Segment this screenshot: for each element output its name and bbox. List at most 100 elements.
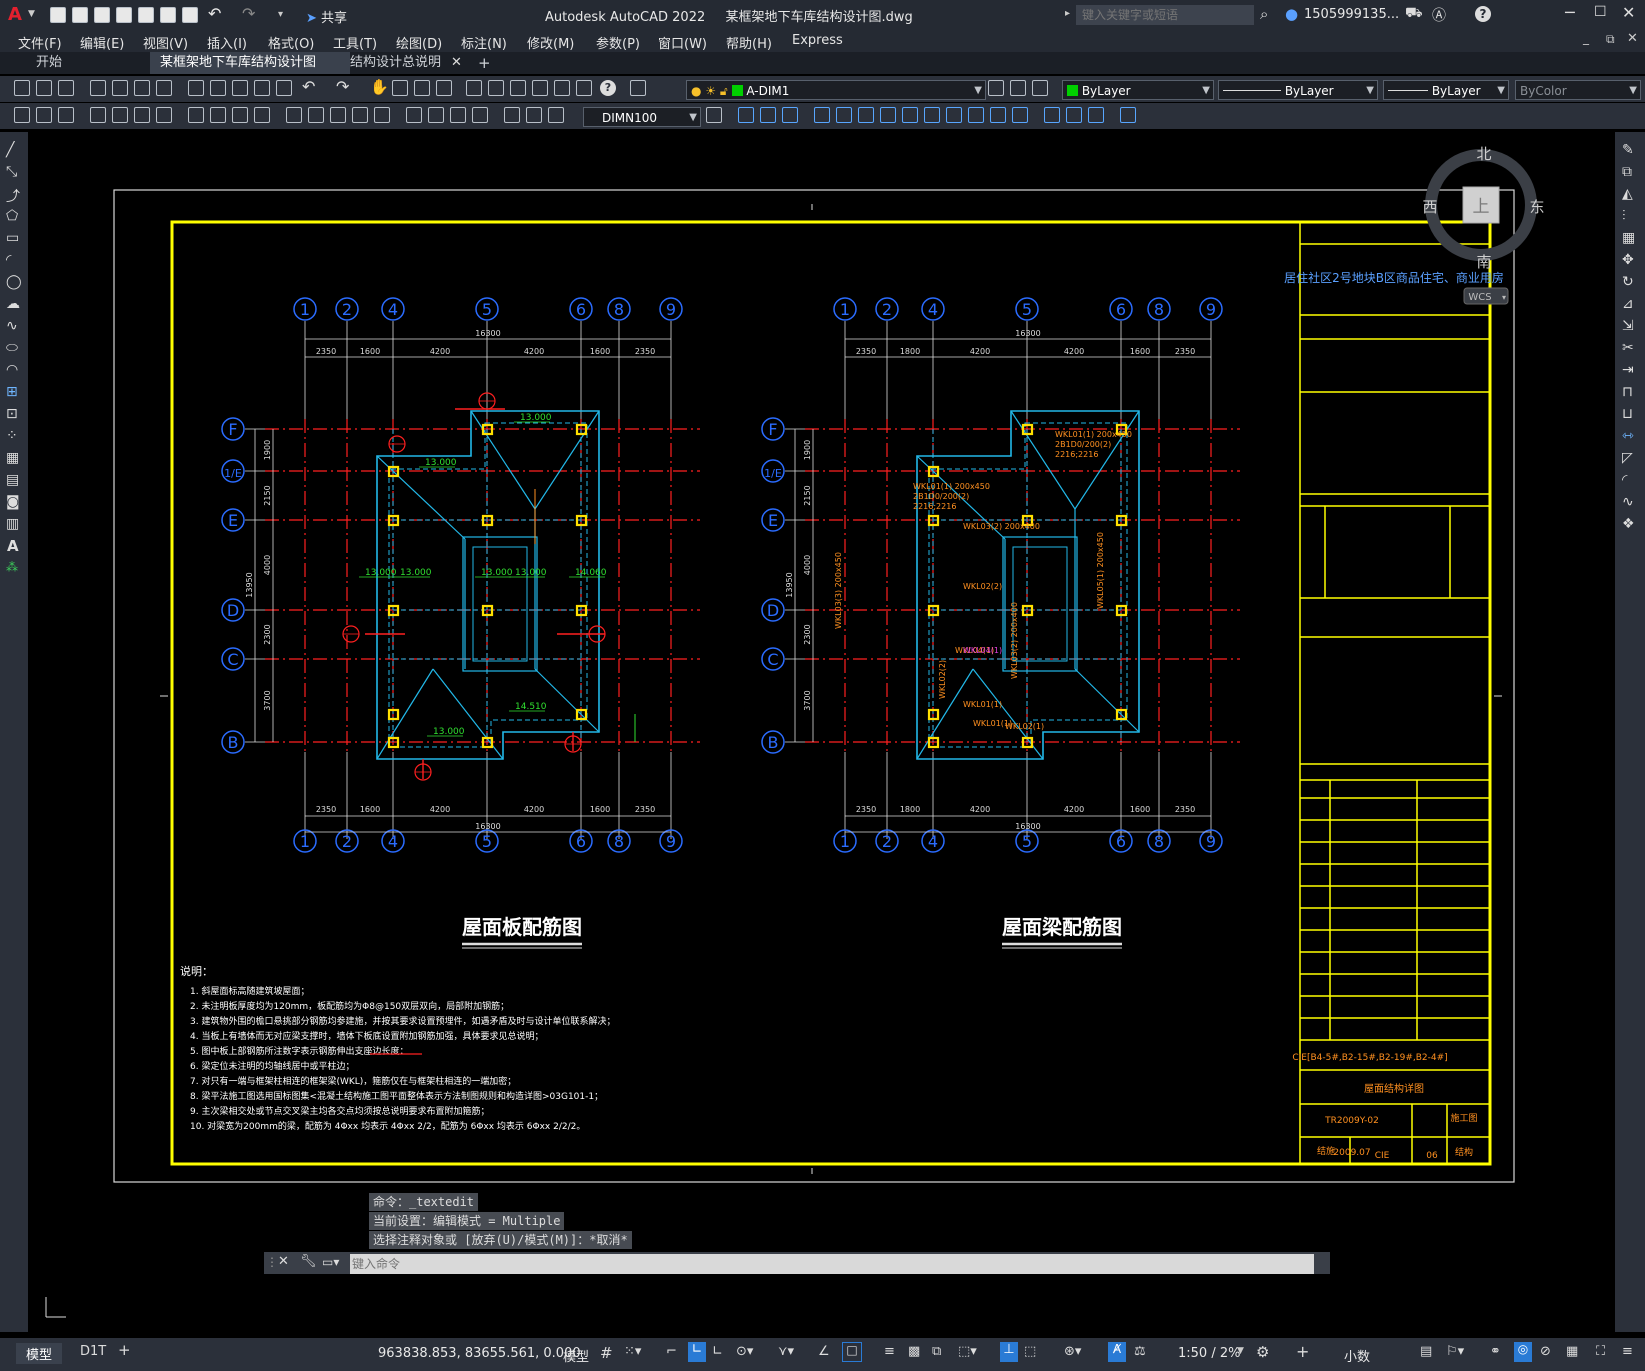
layer-previous-icon[interactable] <box>1010 80 1026 96</box>
linear-dim-icon[interactable] <box>90 107 106 123</box>
trim-modify-icon[interactable]: ✂ <box>1622 340 1634 356</box>
save-as-icon[interactable] <box>116 7 132 23</box>
move-icon[interactable] <box>836 107 852 123</box>
dim-override-icon[interactable] <box>706 107 722 123</box>
zoom-previous-icon[interactable] <box>436 80 452 96</box>
grid-icon[interactable]: # <box>600 1344 613 1362</box>
compass-west[interactable]: 西 <box>1422 198 1437 216</box>
chevron-down-icon[interactable]: ▼ <box>1237 1346 1244 1356</box>
annotation-scale[interactable]: 1:50 / 2% <box>1178 1346 1240 1361</box>
ellipse-arc-icon[interactable]: ◠ <box>6 362 22 378</box>
revision-cloud-icon[interactable]: ☁ <box>6 296 22 312</box>
tab-close-icon[interactable]: ✕ <box>451 55 462 70</box>
rotate-modify-icon[interactable]: ↻ <box>1622 274 1634 290</box>
inspection-icon[interactable] <box>450 107 466 123</box>
infer-constraints-icon[interactable]: ⌐ <box>666 1344 677 1359</box>
share-button[interactable]: ➤ 共享 <box>306 7 347 26</box>
explode-modify-icon[interactable]: ❖ <box>1622 516 1635 532</box>
arc-length-icon[interactable] <box>134 107 150 123</box>
ortho-icon[interactable]: ∟ <box>688 1342 706 1362</box>
object-snap-icon[interactable]: □ <box>842 1342 862 1362</box>
menu-help[interactable]: 帮助(H) <box>726 33 772 52</box>
menu-edit[interactable]: 编辑(E) <box>80 33 124 52</box>
fullscreen-icon[interactable]: ⛶ <box>1596 1344 1605 1359</box>
aligned-dim-icon[interactable] <box>112 107 128 123</box>
user-icon[interactable]: ● <box>1285 5 1298 23</box>
tab-drawing-active[interactable]: 某框架地下车库结构设计图*✕ <box>150 52 350 92</box>
break-modify-icon[interactable]: ⊔ <box>1622 406 1633 422</box>
point-icon[interactable]: ⁘ <box>6 428 22 444</box>
offset-icon[interactable] <box>782 107 798 123</box>
help-toolbar-icon[interactable]: ? <box>600 80 616 96</box>
save-icon[interactable] <box>94 7 110 23</box>
ellipse-icon[interactable]: ⬭ <box>6 340 22 356</box>
rectangle-icon[interactable]: ▭ <box>6 230 22 246</box>
menu-parametric[interactable]: 参数(P) <box>596 33 640 52</box>
layer-properties-icon[interactable] <box>630 80 646 96</box>
lock-ui-icon[interactable]: ⚐▾ <box>1446 1344 1464 1359</box>
selection-filter-icon[interactable]: ⬚ <box>1024 1344 1036 1359</box>
publish-icon[interactable] <box>134 80 150 96</box>
copy-object-icon[interactable] <box>738 107 754 123</box>
scale-icon[interactable] <box>880 107 896 123</box>
make-current-layer-icon[interactable] <box>988 80 1004 96</box>
add-layout-button[interactable]: + <box>118 1341 131 1359</box>
polyline-icon[interactable]: ⤴ <box>6 186 22 205</box>
workspace-gear-icon[interactable]: ⚙ <box>1256 1343 1269 1361</box>
model-space-button[interactable]: 模型 <box>563 1346 589 1365</box>
cut-icon[interactable] <box>188 80 204 96</box>
dim-style-icon[interactable] <box>14 107 30 123</box>
search-input[interactable] <box>1080 5 1254 25</box>
scale-modify-icon[interactable]: ⊿ <box>1622 296 1634 312</box>
compass-south[interactable]: 南 <box>1476 253 1491 271</box>
array-icon[interactable] <box>814 107 830 123</box>
tolerance-icon[interactable] <box>406 107 422 123</box>
dim-space-icon[interactable] <box>352 107 368 123</box>
match-properties-icon[interactable] <box>254 80 270 96</box>
angular-dim-icon[interactable] <box>254 107 270 123</box>
search-expand-icon[interactable]: ▸ <box>1065 8 1070 19</box>
tab-start[interactable]: 开始 <box>26 52 72 74</box>
extend-modify-icon[interactable]: ⇥ <box>1622 362 1634 378</box>
compass-north[interactable]: 北 <box>1476 145 1491 163</box>
layer-lock-icon[interactable]: 🔓︎ <box>720 84 728 98</box>
save-to-web-icon[interactable] <box>160 7 176 23</box>
gradient-icon[interactable]: ▤ <box>6 472 22 488</box>
blend-icon[interactable] <box>1066 107 1082 123</box>
break-at-point-icon[interactable]: ⊓ <box>1622 384 1633 400</box>
snap-icon[interactable]: ⁙▾ <box>624 1344 641 1359</box>
3d-osnap-icon[interactable]: ⬚▾ <box>958 1344 977 1359</box>
sheet-set-icon[interactable] <box>532 80 548 96</box>
dim-break-icon[interactable] <box>374 107 390 123</box>
search-box[interactable] <box>1076 5 1254 25</box>
chamfer-icon[interactable] <box>1012 107 1028 123</box>
status-menu-icon[interactable]: ≡ <box>1622 1344 1633 1359</box>
table-icon[interactable]: ▥ <box>6 516 22 532</box>
design-center-icon[interactable] <box>488 80 504 96</box>
copy-modify-icon[interactable]: ⧉ <box>1622 164 1632 180</box>
stretch-modify-icon[interactable]: ⇲ <box>1622 318 1634 334</box>
hardware-acceleration-icon[interactable]: ◎ <box>1514 1342 1532 1362</box>
transparency-icon[interactable]: ▩ <box>908 1344 920 1359</box>
trim-icon[interactable] <box>924 107 940 123</box>
break-icon[interactable] <box>968 107 984 123</box>
search-icon[interactable]: ⌕ <box>1260 5 1268 23</box>
diameter-dim-icon[interactable] <box>232 107 248 123</box>
pan-icon[interactable]: ✋ <box>370 78 389 96</box>
drawing-svg[interactable]: 居住社区2号地块B区商品住宅、商业用房 CIE[B4-5#,B2-15#,B2-… <box>32 132 1610 1332</box>
center-mark-icon[interactable] <box>428 107 444 123</box>
user-name[interactable]: 1505999135... <box>1304 7 1399 22</box>
menu-draw[interactable]: 绘图(D) <box>396 33 442 52</box>
plot-icon[interactable] <box>182 7 198 23</box>
isolate-objects-icon[interactable]: ⚭ <box>1490 1344 1501 1359</box>
array-modify-icon[interactable]: ▦ <box>1622 230 1635 246</box>
quick-dim-icon[interactable] <box>286 107 302 123</box>
qsave-icon[interactable] <box>58 80 74 96</box>
recent-commands-icon[interactable]: ▭▾ <box>322 1255 339 1269</box>
blend-modify-icon[interactable]: ∿ <box>1622 494 1634 510</box>
join-modify-icon[interactable]: ⇿ <box>1622 428 1634 444</box>
open-folder-icon[interactable] <box>72 7 88 23</box>
redo-icon[interactable]: ↷ <box>242 4 255 23</box>
add-selected-icon[interactable]: ⁂ <box>6 560 22 576</box>
menu-tools[interactable]: 工具(T) <box>333 33 377 52</box>
